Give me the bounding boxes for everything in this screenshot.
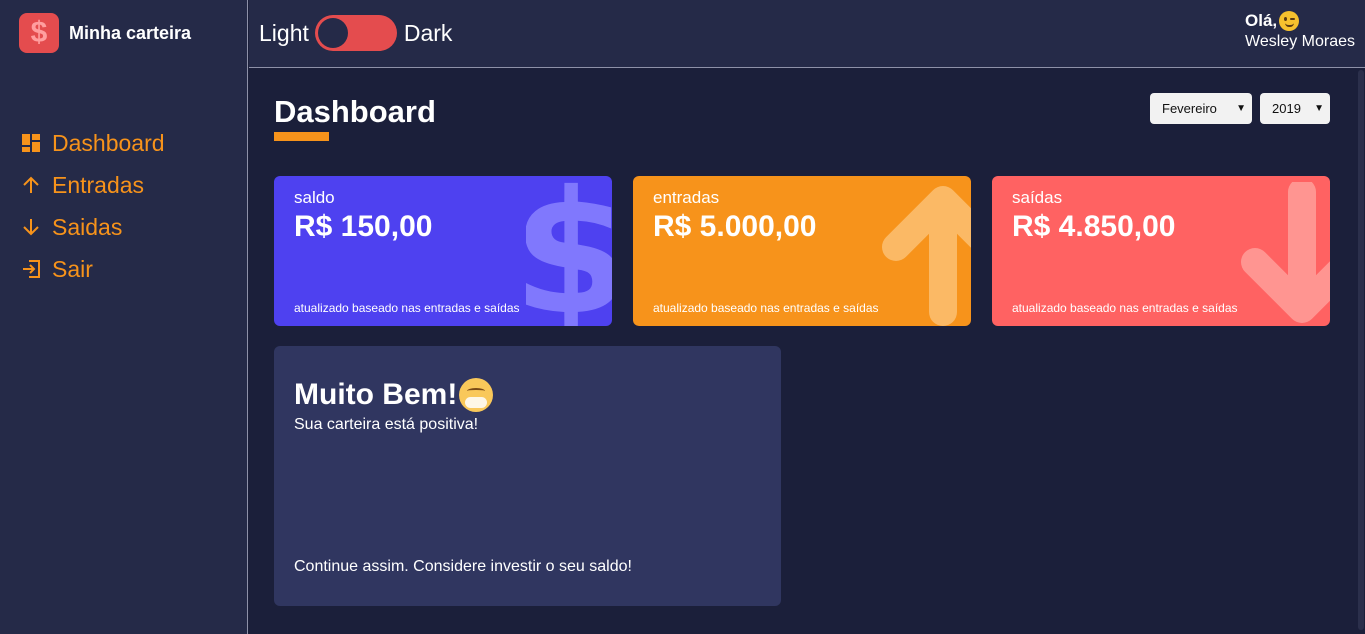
message-footer: Continue assim. Considere investir o seu…: [294, 558, 632, 575]
month-select-value: Fevereiro: [1162, 101, 1217, 116]
brand-title: Minha carteira: [69, 22, 192, 43]
title-underline: [274, 132, 329, 141]
brand[interactable]: $ Minha carteira: [19, 13, 191, 53]
sidebar-item-sair[interactable]: Sair: [20, 248, 165, 290]
chevron-down-icon: ▼: [1236, 103, 1246, 114]
wink-emoji-icon: [1279, 11, 1300, 31]
card-amount: R$ 150,00: [294, 210, 433, 243]
year-select-value: 2019: [1272, 101, 1301, 116]
arrow-down-icon: [1241, 182, 1330, 323]
card-footer: atualizado baseado nas entradas e saídas: [1012, 301, 1238, 315]
balance-card: $ saldo R$ 150,00 atualizado baseado nas…: [274, 176, 612, 326]
dollar-icon: $: [526, 176, 612, 326]
sidebar-item-label: Entradas: [52, 171, 145, 198]
sidebar-item-label: Sair: [52, 255, 93, 282]
main-scrollbar[interactable]: [1357, 68, 1365, 634]
sidebar-item-saidas[interactable]: Saidas: [20, 206, 165, 248]
theme-switch[interactable]: [314, 15, 397, 51]
sidebar-item-entradas[interactable]: Entradas: [20, 164, 165, 206]
arrow-up-icon: [882, 186, 971, 326]
card-amount: R$ 4.850,00: [1012, 210, 1176, 243]
username: Wesley Moraes: [1245, 33, 1355, 50]
wallet-logo-icon: $: [19, 13, 59, 53]
user-profile: Olá, Wesley Moraes: [1245, 11, 1355, 51]
year-select[interactable]: 2019 ▼: [1260, 93, 1330, 124]
message-title-text: Muito Bem!: [294, 378, 458, 411]
sidebar: $ Minha carteira Dashboard Entradas Said…: [0, 0, 248, 634]
card-footer: atualizado baseado nas entradas e saídas: [294, 301, 520, 315]
expense-card: saídas R$ 4.850,00 atualizado baseado na…: [992, 176, 1330, 326]
card-label: saldo: [294, 188, 335, 207]
month-select[interactable]: Fevereiro ▼: [1150, 93, 1252, 124]
card-label: saídas: [1012, 188, 1063, 207]
chevron-down-icon: ▼: [1314, 103, 1324, 114]
arrow-up-icon: [20, 174, 42, 196]
message-title: Muito Bem!: [294, 378, 494, 412]
wallet-message-box: Muito Bem! Sua carteira está positiva! C…: [274, 346, 781, 606]
page-title: Dashboard: [274, 94, 436, 129]
card-amount: R$ 5.000,00: [653, 210, 817, 243]
theme-toggle: Light Dark: [259, 15, 452, 51]
greeting-text: Olá,: [1245, 11, 1278, 30]
sidebar-item-dashboard[interactable]: Dashboard: [20, 122, 165, 164]
switch-knob: [317, 18, 348, 48]
greeting: Olá,: [1245, 11, 1355, 31]
hugging-emoji-icon: [459, 378, 494, 412]
top-header: Light Dark Olá, Wesley Moraes: [249, 0, 1365, 68]
income-card: entradas R$ 5.000,00 atualizado baseado …: [633, 176, 971, 326]
svg-text:$: $: [526, 176, 612, 326]
card-label: entradas: [653, 188, 720, 207]
scrollbar-thumb[interactable]: [1358, 70, 1364, 630]
toggle-light-label: Light: [259, 19, 309, 46]
toggle-dark-label: Dark: [403, 19, 453, 46]
sidebar-item-label: Dashboard: [52, 129, 165, 156]
message-description: Sua carteira está positiva!: [294, 416, 479, 433]
logout-icon: [20, 258, 42, 280]
sidebar-menu: Dashboard Entradas Saidas Sair: [20, 122, 165, 290]
card-footer: atualizado baseado nas entradas e saídas: [653, 301, 879, 315]
dashboard-icon: [20, 132, 42, 154]
arrow-down-icon: [20, 216, 42, 238]
sidebar-item-label: Saidas: [52, 213, 123, 240]
